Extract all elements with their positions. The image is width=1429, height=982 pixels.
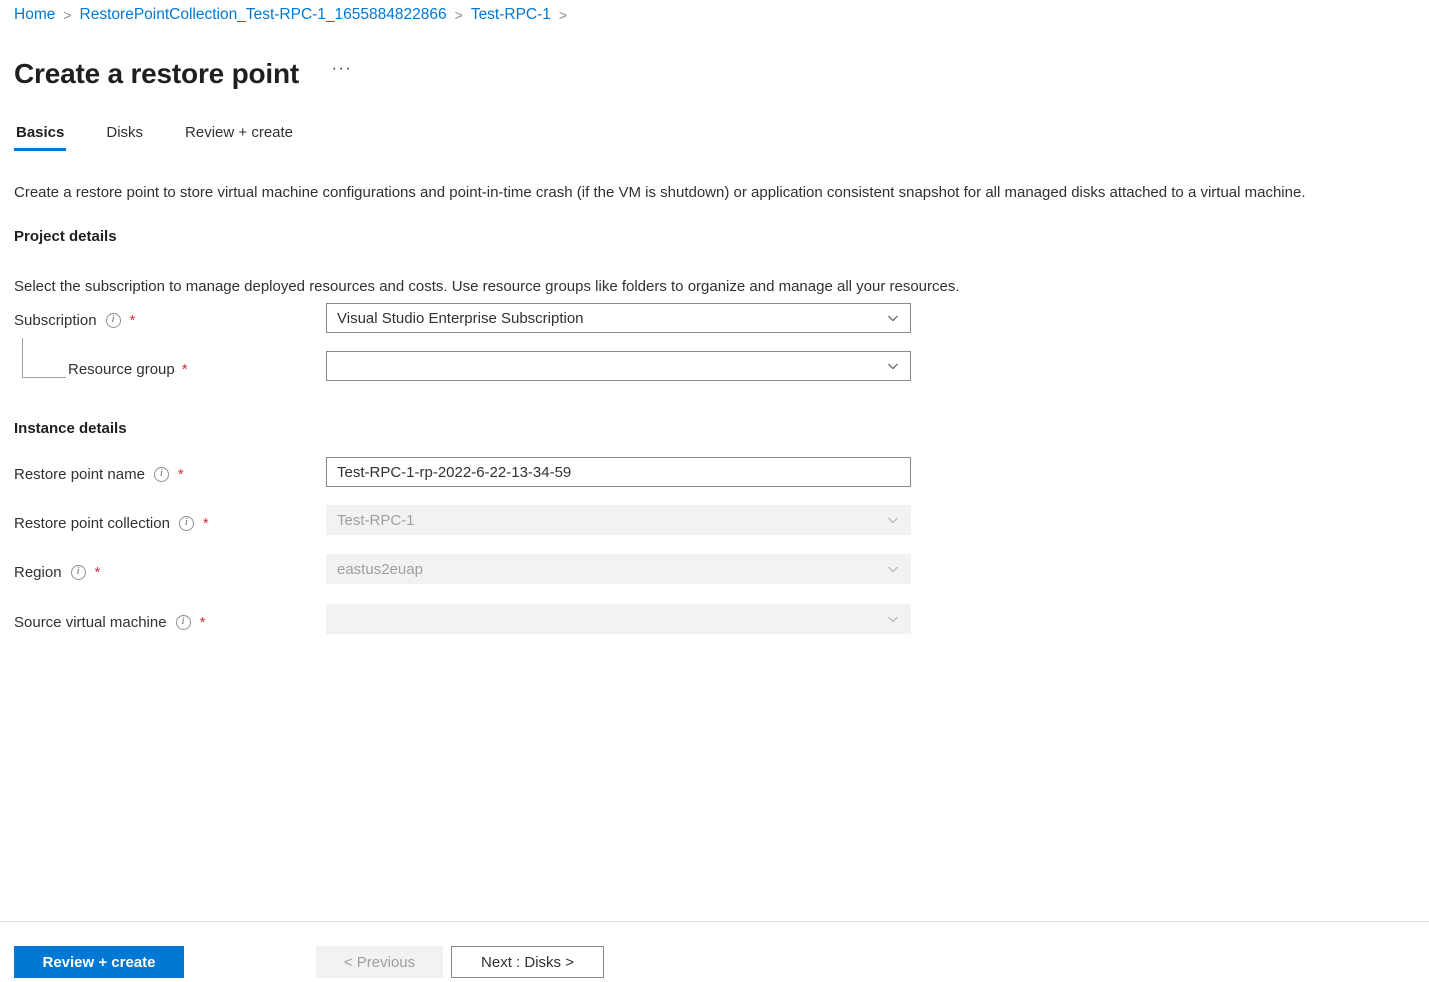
required-marker: * bbox=[200, 615, 206, 630]
required-marker: * bbox=[178, 467, 184, 482]
project-details-helper-text: Select the subscription to manage deploy… bbox=[14, 278, 960, 295]
info-icon[interactable]: i bbox=[176, 615, 191, 630]
breadcrumb-separator: > bbox=[455, 7, 463, 23]
source-virtual-machine-dropdown bbox=[326, 604, 911, 634]
required-marker: * bbox=[182, 362, 188, 377]
subscription-label: Subscription bbox=[14, 312, 97, 329]
section-heading-project-details: Project details bbox=[14, 228, 117, 245]
chevron-down-icon bbox=[886, 359, 900, 373]
next-disks-button[interactable]: Next : Disks > bbox=[451, 946, 604, 978]
required-marker: * bbox=[95, 565, 101, 580]
intro-text: Create a restore point to store virtual … bbox=[14, 184, 1306, 201]
region-value: eastus2euap bbox=[337, 561, 878, 578]
tab-bar: Basics Disks Review + create bbox=[14, 122, 333, 160]
ellipsis-icon[interactable]: ··· bbox=[327, 61, 357, 87]
restore-point-name-input[interactable]: Test-RPC-1-rp-2022-6-22-13-34-59 bbox=[326, 457, 911, 487]
page-header: Create a restore point ··· bbox=[14, 38, 357, 110]
region-label: Region bbox=[14, 564, 62, 581]
subscription-dropdown[interactable]: Visual Studio Enterprise Subscription bbox=[326, 303, 911, 333]
chevron-down-icon bbox=[886, 513, 900, 527]
page-title: Create a restore point bbox=[14, 57, 299, 91]
region-label-group: Region i * bbox=[14, 557, 100, 587]
section-heading-instance-details: Instance details bbox=[14, 420, 127, 437]
info-icon[interactable]: i bbox=[179, 516, 194, 531]
subscription-label-group: Subscription i * bbox=[14, 305, 135, 335]
info-icon[interactable]: i bbox=[106, 313, 121, 328]
resource-group-tree-connector bbox=[22, 338, 66, 378]
restore-point-name-label-group: Restore point name i * bbox=[14, 459, 184, 489]
restore-point-collection-value: Test-RPC-1 bbox=[337, 512, 878, 529]
source-virtual-machine-label-group: Source virtual machine i * bbox=[14, 607, 205, 637]
chevron-down-icon bbox=[886, 562, 900, 576]
chevron-down-icon bbox=[886, 612, 900, 626]
tab-basics[interactable]: Basics bbox=[14, 122, 66, 151]
tab-disks[interactable]: Disks bbox=[104, 122, 145, 151]
breadcrumb: Home > RestorePointCollection_Test-RPC-1… bbox=[14, 4, 575, 26]
resource-group-dropdown[interactable] bbox=[326, 351, 911, 381]
region-dropdown: eastus2euap bbox=[326, 554, 911, 584]
subscription-value: Visual Studio Enterprise Subscription bbox=[337, 310, 878, 327]
breadcrumb-separator: > bbox=[63, 7, 71, 23]
create-restore-point-page: Home > RestorePointCollection_Test-RPC-1… bbox=[0, 0, 1429, 982]
breadcrumb-item-restore-point-collection[interactable]: RestorePointCollection_Test-RPC-1_165588… bbox=[80, 6, 447, 24]
resource-group-label: Resource group bbox=[68, 361, 175, 378]
restore-point-collection-dropdown: Test-RPC-1 bbox=[326, 505, 911, 535]
restore-point-name-label: Restore point name bbox=[14, 466, 145, 483]
footer-action-bar: Review + create < Previous Next : Disks … bbox=[0, 922, 1429, 982]
restore-point-name-value: Test-RPC-1-rp-2022-6-22-13-34-59 bbox=[337, 464, 900, 481]
restore-point-collection-label-group: Restore point collection i * bbox=[14, 508, 209, 538]
required-marker: * bbox=[130, 313, 136, 328]
breadcrumb-item-test-rpc-1[interactable]: Test-RPC-1 bbox=[471, 6, 551, 24]
breadcrumb-separator: > bbox=[559, 7, 567, 23]
required-marker: * bbox=[203, 516, 209, 531]
source-virtual-machine-label: Source virtual machine bbox=[14, 614, 167, 631]
info-icon[interactable]: i bbox=[71, 565, 86, 580]
chevron-down-icon bbox=[886, 311, 900, 325]
previous-button: < Previous bbox=[316, 946, 443, 978]
review-create-button[interactable]: Review + create bbox=[14, 946, 184, 978]
info-icon[interactable]: i bbox=[154, 467, 169, 482]
tab-review-create[interactable]: Review + create bbox=[183, 122, 295, 151]
restore-point-collection-label: Restore point collection bbox=[14, 515, 170, 532]
breadcrumb-item-home[interactable]: Home bbox=[14, 6, 55, 24]
resource-group-label-group: Resource group * bbox=[68, 354, 188, 384]
